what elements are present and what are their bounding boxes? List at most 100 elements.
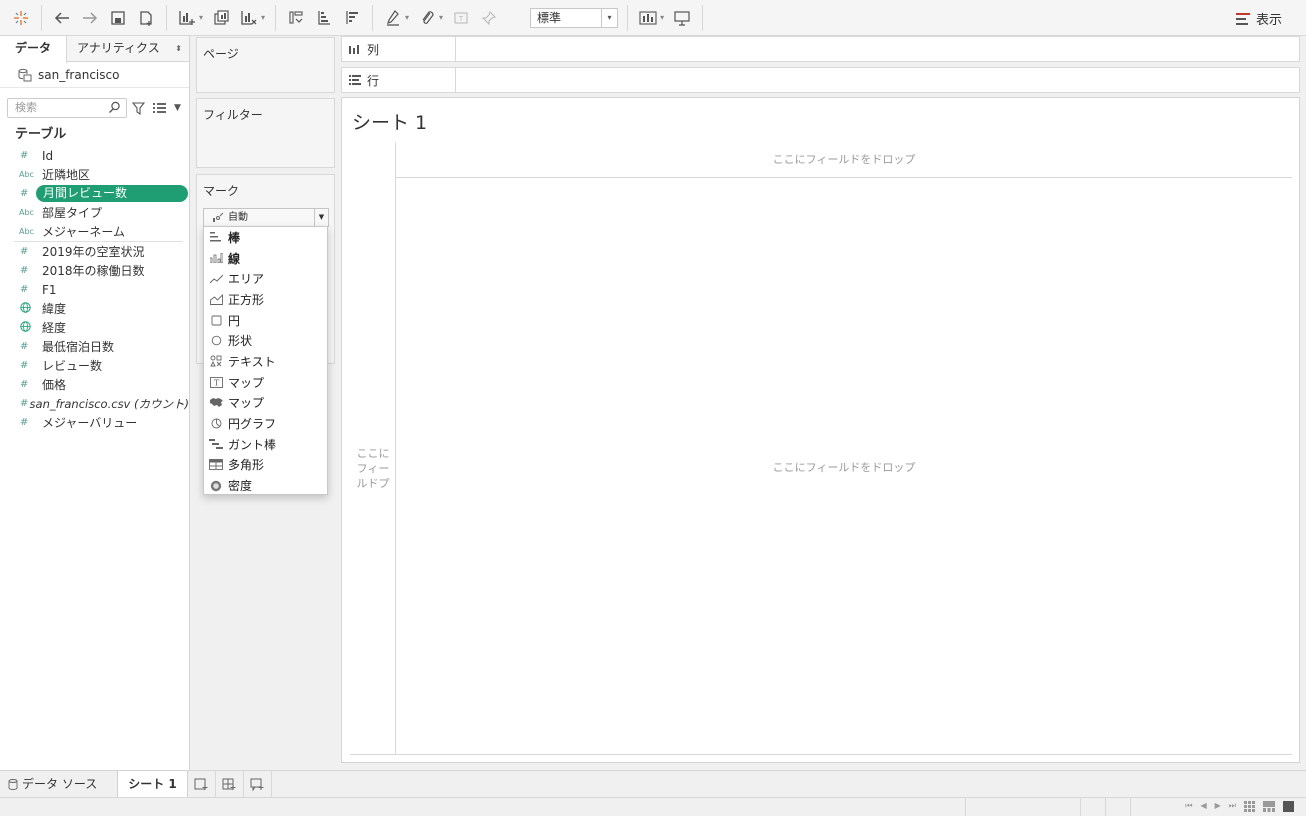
globe-icon <box>0 320 42 335</box>
field-item[interactable]: Abc 部屋タイプ <box>0 203 189 222</box>
field-item[interactable]: 緯度 <box>0 299 189 318</box>
tab-sheet-1[interactable]: シート 1 <box>117 771 188 797</box>
chevron-down-icon[interactable]: ▼ <box>174 103 181 113</box>
new-datasource-icon[interactable] <box>133 4 159 32</box>
field-item[interactable]: # 2019年の空室状況 <box>0 242 189 261</box>
mark-option-square[interactable]: 円 <box>204 310 327 331</box>
pages-card-title: ページ <box>203 47 239 61</box>
show-me-chart-icon[interactable] <box>635 4 661 32</box>
tab-data[interactable]: データ <box>0 36 68 63</box>
new-dashboard-icon[interactable] <box>216 771 244 797</box>
rows-shelf-label: 行 <box>342 68 456 92</box>
field-label: メジャーネーム <box>42 225 126 239</box>
line-icon <box>204 274 228 284</box>
mark-option-text[interactable]: T マップ <box>204 372 327 393</box>
next-sheet-icon[interactable]: ▶ <box>1215 801 1221 812</box>
save-icon[interactable] <box>105 4 131 32</box>
number-icon: # <box>20 341 29 352</box>
mark-option-area[interactable]: 正方形 <box>204 289 327 310</box>
new-sheet-icon[interactable] <box>174 4 200 32</box>
string-icon: Abc <box>19 227 34 236</box>
filmstrip-view-icon[interactable] <box>1263 801 1275 812</box>
grid-view-icon[interactable] <box>1244 801 1255 812</box>
field-item[interactable]: # 価格 <box>0 375 189 394</box>
mark-option-bar[interactable]: 線 <box>204 248 327 269</box>
sheet-title[interactable]: シート 1 <box>352 108 427 135</box>
mark-option-density[interactable]: 密度 <box>204 475 327 496</box>
worksheet-canvas[interactable]: シート 1 ここにフィールドをドロップ ここに フィー ルドプ ここにフィールドをド… <box>341 97 1300 763</box>
duplicate-sheet-icon[interactable] <box>208 4 234 32</box>
field-label: 経度 <box>42 321 67 335</box>
number-icon: # <box>20 398 29 409</box>
mark-option-label: 形状 <box>228 334 253 349</box>
drop-zone-center[interactable]: ここにフィールドをドロップ <box>396 459 1292 475</box>
tab-analytics-label: アナリティクス <box>77 41 160 55</box>
highlight-icon[interactable] <box>380 4 406 32</box>
sheet-tabs-bar: データ ソース シート 1 <box>0 770 1306 797</box>
datasource-label: san_francisco <box>38 67 120 82</box>
mark-option-circle[interactable]: 形状 <box>204 330 327 351</box>
search-input[interactable]: 検索 <box>7 98 127 118</box>
sort-descending-icon[interactable] <box>339 4 365 32</box>
tabs-view-icon[interactable] <box>1283 801 1294 812</box>
mark-option-shape[interactable]: テキスト <box>204 351 327 372</box>
tableau-logo-icon[interactable] <box>8 4 34 32</box>
redo-icon[interactable] <box>77 4 103 32</box>
field-label: san_francisco.csv (カウント) <box>29 396 189 411</box>
clear-sheet-icon[interactable] <box>236 4 262 32</box>
mark-option-polygon[interactable]: 多角形 <box>204 455 327 476</box>
undo-icon[interactable] <box>49 4 75 32</box>
mark-option-label: 正方形 <box>228 292 265 307</box>
field-item[interactable]: # F1 <box>0 280 189 299</box>
field-item[interactable]: # san_francisco.csv (カウント) <box>0 394 189 413</box>
field-label: 近隣地区 <box>42 168 91 182</box>
columns-shelf[interactable]: 列 <box>341 36 1300 62</box>
drop-zone-columns[interactable]: ここにフィールドをドロップ <box>396 142 1292 178</box>
pin-icon <box>476 4 502 32</box>
rows-label: 行 <box>367 73 380 88</box>
mark-option-pie[interactable]: 円グラフ <box>204 413 327 434</box>
updown-icon: ⬍ <box>175 44 182 53</box>
field-item[interactable]: Abc 近隣地区 <box>0 165 189 184</box>
datasource-item[interactable]: san_francisco <box>0 62 189 88</box>
field-label: 緯度 <box>42 302 67 316</box>
swap-icon[interactable] <box>283 4 309 32</box>
field-item[interactable]: # Id <box>0 146 189 165</box>
globe-icon <box>0 301 42 316</box>
field-item-selected[interactable]: # 月間レビュー数 <box>0 184 189 203</box>
field-label: レビュー数 <box>42 359 103 373</box>
drop-zone-rows-label: ここに フィー ルドプ <box>356 447 390 490</box>
rows-shelf[interactable]: 行 <box>341 67 1300 93</box>
view-list-icon[interactable] <box>153 102 166 114</box>
mark-option-line[interactable]: エリア <box>204 268 327 289</box>
field-item[interactable]: Abc メジャーネーム <box>0 222 189 241</box>
field-item[interactable]: # 最低宿泊日数 <box>0 337 189 356</box>
mark-option-gantt[interactable]: ガント棒 <box>204 434 327 455</box>
tab-analytics[interactable]: アナリティクス ⬍ <box>67 36 189 61</box>
show-me-button[interactable]: 表示 <box>1235 9 1282 28</box>
drop-zone-rows[interactable]: ここに フィー ルドプ <box>350 142 396 754</box>
tab-data-source[interactable]: データ ソース <box>0 771 107 797</box>
first-sheet-icon[interactable]: ⏮ <box>1185 801 1192 812</box>
sort-ascending-icon[interactable] <box>311 4 337 32</box>
mark-type-select[interactable]: 自動 ▼ <box>203 208 329 227</box>
fit-select[interactable]: 標準 ▾ <box>530 8 618 28</box>
filters-card[interactable]: フィルター <box>196 98 335 168</box>
new-worksheet-icon[interactable] <box>188 771 216 797</box>
presentation-icon[interactable] <box>669 4 695 32</box>
last-sheet-icon[interactable]: ⏭ <box>1229 801 1236 812</box>
field-item[interactable]: # レビュー数 <box>0 356 189 375</box>
divider <box>350 754 1292 755</box>
filter-icon[interactable] <box>132 101 145 115</box>
mark-option-label: 多角形 <box>228 458 265 473</box>
field-item[interactable]: 経度 <box>0 318 189 337</box>
field-item[interactable]: # 2018年の稼働日数 <box>0 261 189 280</box>
mark-option-auto[interactable]: 棒 <box>204 227 327 248</box>
new-story-icon[interactable] <box>244 771 272 797</box>
prev-sheet-icon[interactable]: ◀ <box>1200 801 1206 812</box>
mark-option-map[interactable]: マップ <box>204 393 327 414</box>
annotate-icon[interactable] <box>414 4 440 32</box>
pages-card[interactable]: ページ <box>196 37 335 93</box>
mark-option-label: マップ <box>228 396 265 411</box>
field-item[interactable]: # メジャーバリュー <box>0 413 189 432</box>
